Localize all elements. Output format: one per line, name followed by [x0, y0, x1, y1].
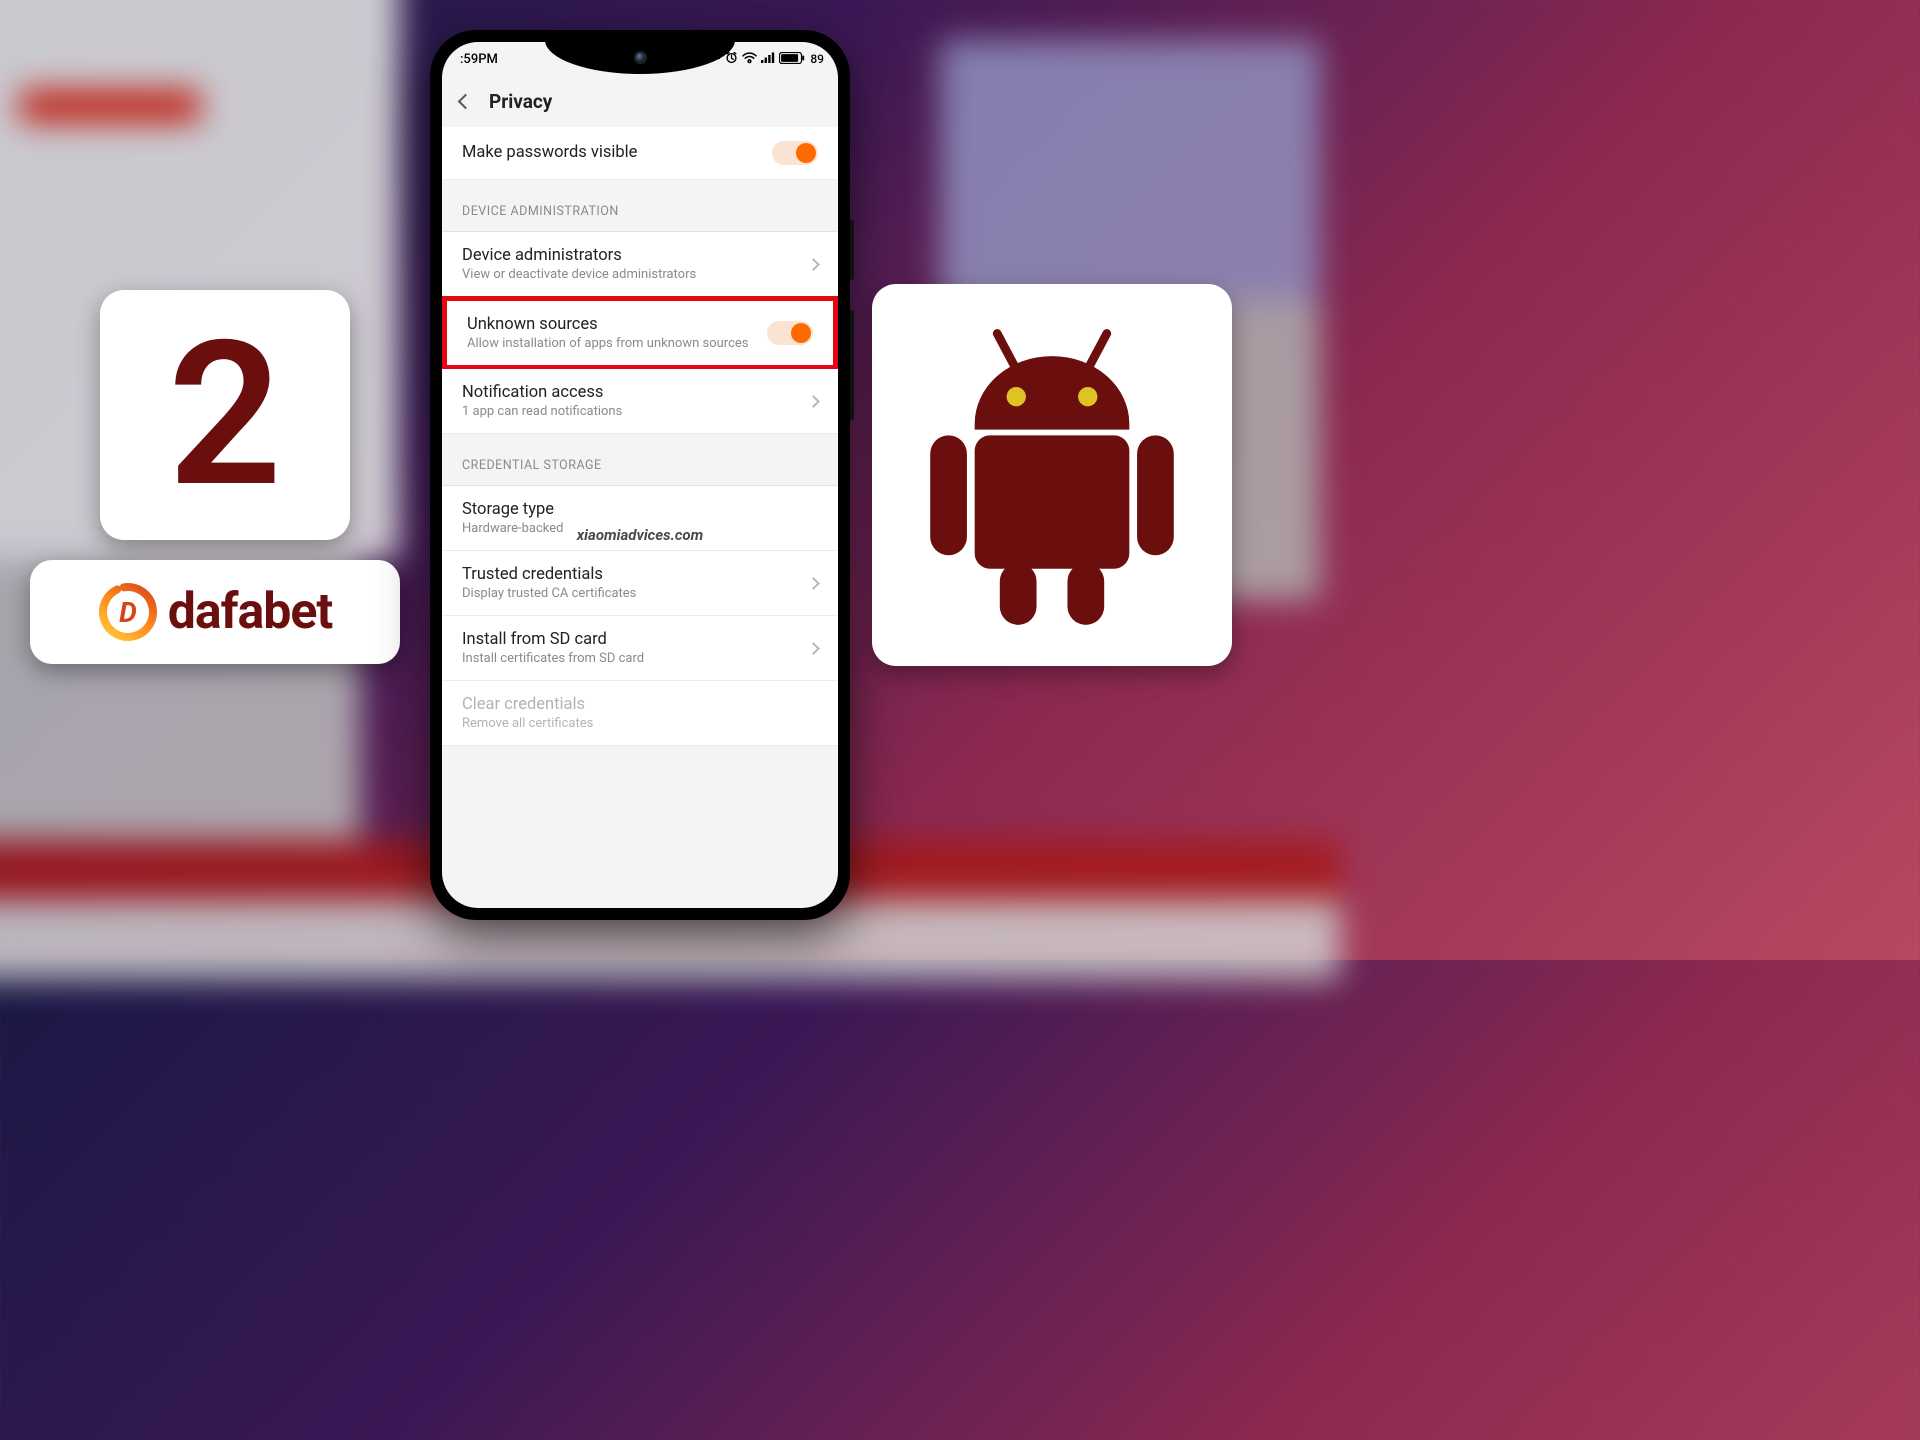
toggle-make-passwords-visible[interactable]	[772, 141, 818, 165]
chevron-right-icon	[807, 258, 820, 271]
row-subtitle: Install certificates from SD card	[462, 651, 809, 666]
section-device-administration: DEVICE ADMINISTRATION	[442, 180, 838, 232]
brand-name: dafabet	[168, 583, 333, 641]
row-subtitle: View or deactivate device administrators	[462, 267, 809, 282]
signal-icon	[761, 52, 775, 67]
front-camera-icon	[634, 51, 647, 64]
row-subtitle: 1 app can read notifications	[462, 404, 809, 419]
back-icon[interactable]	[458, 94, 474, 110]
status-battery-pct: 89	[810, 52, 824, 66]
toggle-unknown-sources[interactable]	[767, 321, 813, 345]
step-number: 2	[168, 315, 282, 515]
row-subtitle: Remove all certificates	[462, 716, 818, 731]
row-trusted-credentials[interactable]: Trusted credentials Display trusted CA c…	[442, 551, 838, 616]
unknown-sources-highlight: Unknown sources Allow installation of ap…	[442, 296, 838, 370]
row-notification-access[interactable]: Notification access 1 app can read notif…	[442, 369, 838, 434]
status-time: :59PM	[456, 52, 498, 67]
row-clear-credentials: Clear credentials Remove all certificate…	[442, 681, 838, 746]
row-unknown-sources[interactable]: Unknown sources Allow installation of ap…	[447, 301, 833, 365]
battery-icon	[779, 52, 805, 67]
row-title: Storage type	[462, 500, 818, 519]
phone-frame: :59PM	[430, 30, 850, 920]
chevron-right-icon	[807, 642, 820, 655]
settings-header: Privacy	[442, 76, 838, 127]
svg-text:D: D	[119, 596, 137, 629]
chevron-right-icon	[807, 577, 820, 590]
android-robot-icon	[907, 315, 1197, 635]
row-install-from-sd[interactable]: Install from SD card Install certificate…	[442, 616, 838, 681]
row-title: Clear credentials	[462, 695, 818, 714]
wifi-icon	[742, 52, 757, 67]
android-platform-card	[872, 284, 1232, 666]
row-title: Unknown sources	[467, 315, 767, 334]
step-number-card: 2	[100, 290, 350, 540]
row-title: Install from SD card	[462, 630, 809, 649]
phone-screen: :59PM	[442, 42, 838, 908]
brand-logo-card: D dafabet	[30, 560, 400, 664]
chevron-right-icon	[807, 395, 820, 408]
row-subtitle: Allow installation of apps from unknown …	[467, 336, 767, 351]
settings-list: Make passwords visible DEVICE ADMINISTRA…	[442, 127, 838, 746]
row-device-administrators[interactable]: Device administrators View or deactivate…	[442, 232, 838, 297]
row-storage-type[interactable]: Storage type Hardware-backed	[442, 486, 838, 551]
row-title: Notification access	[462, 383, 809, 402]
brand-logo-icon: D	[98, 582, 158, 642]
page-title: Privacy	[489, 90, 552, 113]
row-make-passwords-visible[interactable]: Make passwords visible	[442, 127, 838, 180]
row-title: Make passwords visible	[462, 143, 772, 162]
section-credential-storage: CREDENTIAL STORAGE	[442, 434, 838, 486]
row-subtitle: Display trusted CA certificates	[462, 586, 809, 601]
row-title: Device administrators	[462, 246, 809, 265]
row-title: Trusted credentials	[462, 565, 809, 584]
row-subtitle: Hardware-backed	[462, 521, 818, 536]
